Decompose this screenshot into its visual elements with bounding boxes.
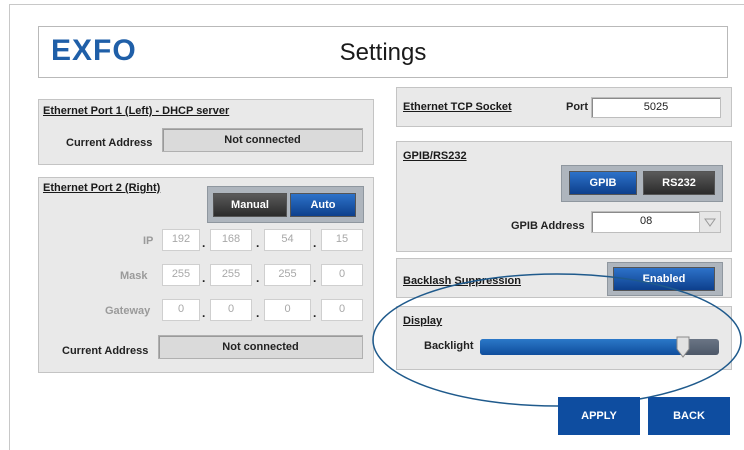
ip-octet-3[interactable]: 54 [264, 229, 311, 251]
ip-label: IP [143, 235, 154, 247]
eth1-title: Ethernet Port 1 (Left) - DHCP server [43, 105, 230, 117]
port-input[interactable]: 5025 [591, 97, 721, 118]
gpib-title: GPIB/RS232 [403, 150, 467, 162]
eth2-current-address-label: Current Address [62, 345, 149, 357]
gateway-octet-1[interactable]: 0 [162, 299, 200, 321]
mask-octet-1[interactable]: 255 [162, 264, 200, 286]
mask-dot: . [313, 271, 317, 285]
mask-dot: . [256, 271, 260, 285]
gateway-dot: . [313, 306, 317, 320]
eth1-current-address-label: Current Address [66, 137, 153, 149]
ip-octet-4[interactable]: 15 [321, 229, 363, 251]
gpib-button[interactable]: GPIB [569, 171, 637, 195]
gateway-octet-4[interactable]: 0 [321, 299, 363, 321]
ip-octet-2[interactable]: 168 [210, 229, 252, 251]
apply-button[interactable]: APPLY [558, 397, 640, 435]
chevron-down-icon[interactable] [699, 212, 720, 232]
ip-dot: . [202, 236, 206, 250]
mask-octet-2[interactable]: 255 [210, 264, 252, 286]
page-title: Settings [339, 39, 427, 66]
port-label: Port [566, 101, 588, 113]
eth1-current-address-value: Not connected [162, 128, 363, 152]
gateway-octet-3[interactable]: 0 [264, 299, 311, 321]
gateway-dot: . [256, 306, 260, 320]
frame-border-top [9, 4, 744, 5]
gpib-address-value: 08 [640, 215, 653, 227]
auto-button[interactable]: Auto [290, 193, 356, 217]
gateway-label: Gateway [105, 305, 151, 317]
ip-octet-1[interactable]: 192 [162, 229, 200, 251]
eth2-title: Ethernet Port 2 (Right) [43, 182, 161, 194]
gateway-octet-2[interactable]: 0 [210, 299, 252, 321]
mask-octet-4[interactable]: 0 [321, 264, 363, 286]
mask-dot: . [202, 271, 206, 285]
ip-dot: . [313, 236, 317, 250]
ip-dot: . [256, 236, 260, 250]
rs232-button[interactable]: RS232 [643, 171, 715, 195]
manual-button[interactable]: Manual [213, 193, 287, 217]
tcp-title: Ethernet TCP Socket [403, 101, 512, 113]
gpib-address-dropdown[interactable]: 08 [591, 211, 721, 233]
gateway-dot: . [202, 306, 206, 320]
back-button[interactable]: BACK [648, 397, 730, 435]
header-bar: EXFO Settings [38, 26, 728, 78]
eth2-current-address-value: Not connected [158, 335, 363, 359]
highlight-ellipse [372, 273, 742, 407]
frame-border-left [9, 4, 10, 450]
gpib-address-label: GPIB Address [511, 220, 585, 232]
mask-label: Mask [120, 270, 148, 282]
mask-octet-3[interactable]: 255 [264, 264, 311, 286]
